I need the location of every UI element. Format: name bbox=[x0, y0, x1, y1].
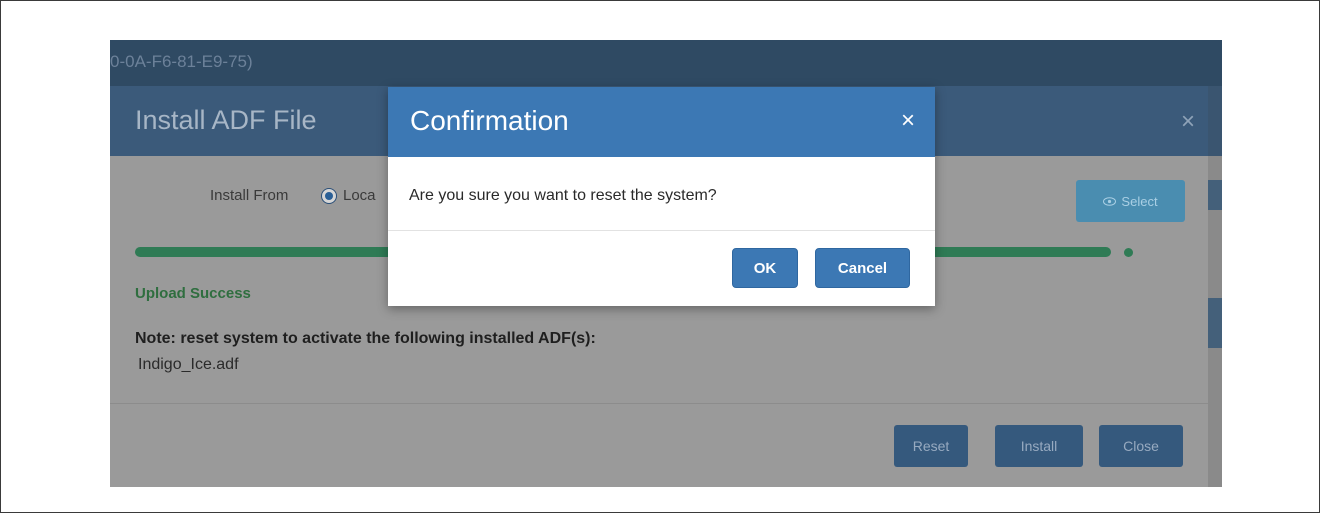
eye-icon bbox=[1103, 196, 1117, 206]
install-from-label: Install From bbox=[210, 187, 289, 204]
progress-status-dot bbox=[1124, 248, 1133, 257]
local-radio-label: Loca bbox=[343, 187, 376, 204]
reset-note-text: Note: reset system to activate the follo… bbox=[135, 330, 596, 347]
close-button[interactable]: Close bbox=[1099, 425, 1183, 467]
background-panel-edge bbox=[1208, 180, 1222, 210]
upload-status-text: Upload Success bbox=[135, 285, 251, 302]
select-button-label: Select bbox=[1121, 193, 1158, 209]
confirmation-header: Confirmation × bbox=[388, 87, 935, 157]
radio-selected-dot bbox=[325, 192, 333, 200]
install-modal-footer-divider bbox=[110, 403, 1208, 404]
device-id-text: 0-0A-F6-81-E9-75) bbox=[110, 52, 253, 71]
background-panel-edge bbox=[1208, 298, 1222, 348]
install-button[interactable]: Install bbox=[995, 425, 1083, 467]
app-header-bar: 0-0A-F6-81-E9-75) bbox=[110, 40, 1222, 86]
select-file-button[interactable]: Select bbox=[1076, 180, 1185, 222]
local-radio-button[interactable] bbox=[321, 188, 337, 204]
install-modal-close-icon[interactable]: × bbox=[1181, 108, 1195, 136]
reset-button[interactable]: Reset bbox=[894, 425, 968, 467]
install-modal-title: Install ADF File bbox=[135, 105, 317, 135]
cancel-button[interactable]: Cancel bbox=[815, 248, 910, 288]
confirmation-divider bbox=[388, 230, 935, 231]
ok-button[interactable]: OK bbox=[732, 248, 798, 288]
background-panel-edge bbox=[1208, 86, 1222, 156]
confirmation-dialog: Confirmation × Are you sure you want to … bbox=[388, 87, 935, 306]
installed-adf-file-name: Indigo_Ice.adf bbox=[138, 356, 239, 373]
confirmation-title: Confirmation bbox=[410, 105, 569, 136]
confirmation-close-icon[interactable]: × bbox=[901, 107, 915, 135]
confirmation-message: Are you sure you want to reset the syste… bbox=[409, 187, 717, 204]
